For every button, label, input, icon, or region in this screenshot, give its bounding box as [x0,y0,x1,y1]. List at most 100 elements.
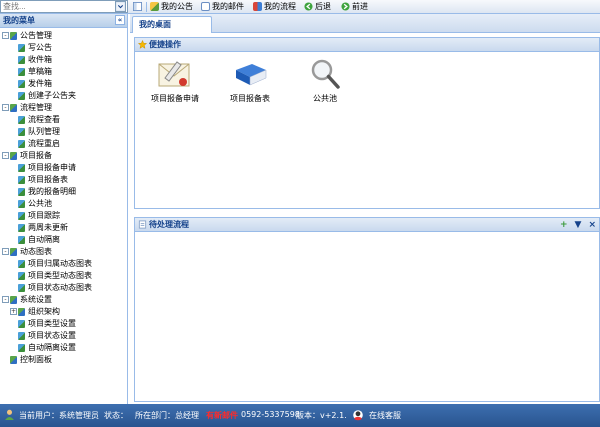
tree-group-control-panel[interactable]: 控制面板 [10,354,52,365]
tree-group-settings[interactable]: - 系统设置 [2,294,52,305]
tree-item[interactable]: 草稿箱 [18,66,52,77]
leaf-icon [18,211,25,220]
my-notice-button[interactable]: 我的公告 [150,0,193,13]
folder-icon [10,295,17,304]
tree-item[interactable]: 发件箱 [18,78,52,89]
tree-item[interactable]: 自动隔离 [18,234,60,245]
quick-actions-header: 便捷操作 [135,38,599,52]
leaf-icon [18,187,25,196]
tree-group-project[interactable]: - 项目报备 [2,150,52,161]
search-input[interactable] [0,0,128,13]
quick-project-apply[interactable]: 项目报备申请 [140,58,210,104]
collapse-toggle-icon[interactable]: - [2,296,9,303]
new-mail-alert[interactable]: 有新邮件 [206,410,238,421]
tree-item-label: 项目归属动态图表 [28,259,92,268]
tree-item[interactable]: 项目类型动态图表 [18,270,92,281]
quick-project-table[interactable]: 项目报备表 [215,58,285,104]
collapse-toggle-icon[interactable]: - [2,104,9,111]
leaf-icon [18,139,25,148]
leaf-icon [18,127,25,136]
folder-icon [10,31,17,40]
tree-group-notice[interactable]: - 公告管理 [2,30,52,41]
leaf-icon [18,271,25,280]
panel-tools: + ▼ × [560,219,596,232]
leaf-icon [18,67,25,76]
tree-item[interactable]: 自动隔离设置 [18,342,76,353]
tree-item-label: 写公告 [28,43,52,52]
tree-item[interactable]: 项目状态设置 [18,330,76,341]
tree-item[interactable]: 我的报备明细 [18,186,76,197]
status-label: 状态： [104,411,128,420]
tree-item[interactable]: 写公告 [18,42,52,53]
tree-item[interactable]: 流程重启 [18,138,60,149]
tree-item[interactable]: 流程查看 [18,114,60,125]
tree-item-label: 流程重启 [28,139,60,148]
tree-item[interactable]: 项目跟踪 [18,210,60,221]
tree-item[interactable]: 项目类型设置 [18,318,76,329]
tree-item-label: 草稿箱 [28,67,52,76]
notice-icon [150,2,159,11]
tree-item-label: 流程查看 [28,115,60,124]
back-button[interactable]: 后退 [304,0,331,13]
support-icon [353,410,363,421]
tree-item-label: 组织架构 [28,307,60,316]
tab-my-desk[interactable]: 我的桌面 [132,16,212,33]
tree-item[interactable]: 收件箱 [18,54,52,65]
online-support-link[interactable]: 在线客服 [369,410,401,421]
leaf-icon [18,235,25,244]
tree-item[interactable]: 创建子公告夹 [18,90,76,101]
leaf-icon [18,259,25,268]
quick-public-pool[interactable]: 公共池 [290,58,360,104]
tree-item[interactable]: 项目报备表 [18,174,68,185]
tree-item-org[interactable]: + 组织架构 [10,306,60,317]
back-arrow-icon [304,2,313,11]
forward-arrow-icon [341,2,350,11]
collapse-toggle-icon[interactable]: - [2,152,9,159]
tree-item[interactable]: 公共池 [18,198,52,209]
tree-group-charts[interactable]: - 动态图表 [2,246,52,257]
letter-icon [158,61,190,87]
forward-label: 前进 [352,2,368,11]
leaf-icon [18,283,25,292]
tree-item[interactable]: 项目归属动态图表 [18,258,92,269]
toolbar-separator [146,2,147,12]
leaf-icon [18,115,25,124]
sidebar-toggle-icon[interactable] [133,2,142,11]
tree-item[interactable]: 队列管理 [18,126,60,137]
collapse-icon[interactable]: « [115,15,125,25]
status-bar: 当前用户：系统管理员 状态： 所在部门：总经理 有新邮件 0592-533759… [0,404,600,427]
tree-item[interactable]: 两周未更新 [18,222,68,233]
sidebar-title: 我的菜单 [3,16,35,25]
expand-toggle-icon[interactable]: + [10,308,17,315]
control-panel-icon [10,355,17,364]
tree-item[interactable]: 项目状态动态图表 [18,282,92,293]
book-icon [236,64,267,86]
forward-button[interactable]: 前进 [341,0,368,13]
quick-actions-panel: 便捷操作 项目报备申请 项目报备表 公共池 [134,37,600,209]
tree-group-label: 系统设置 [20,295,52,304]
search-button-icon[interactable] [115,1,126,12]
tree-item-label: 创建子公告夹 [28,91,76,100]
tree-item-label: 项目类型动态图表 [28,271,92,280]
folder-icon [10,247,17,256]
collapse-toggle-icon[interactable]: - [2,32,9,39]
my-mail-button[interactable]: 我的邮件 [201,0,244,13]
leaf-icon [18,163,25,172]
leaf-icon [18,331,25,340]
close-icon[interactable]: × [588,219,596,232]
top-toolbar: 我的公告 我的邮件 我的流程 后退 前进 [0,0,600,14]
sidebar-header: 我的菜单 « [0,14,127,28]
tree-item-label: 项目报备表 [28,175,68,184]
tree-item-label: 项目状态设置 [28,331,76,340]
tree-item[interactable]: 项目报备申请 [18,162,76,173]
leaf-icon [18,319,25,328]
user-icon [5,409,14,420]
leaf-icon [18,223,25,232]
my-flow-button[interactable]: 我的流程 [253,0,296,13]
tree-group-flow[interactable]: - 流程管理 [2,102,52,113]
collapse-arrow-icon[interactable]: ▼ [575,219,582,232]
add-icon[interactable]: + [560,219,568,232]
leaf-icon [18,91,25,100]
tree-item-label: 项目跟踪 [28,211,60,220]
collapse-toggle-icon[interactable]: - [2,248,9,255]
